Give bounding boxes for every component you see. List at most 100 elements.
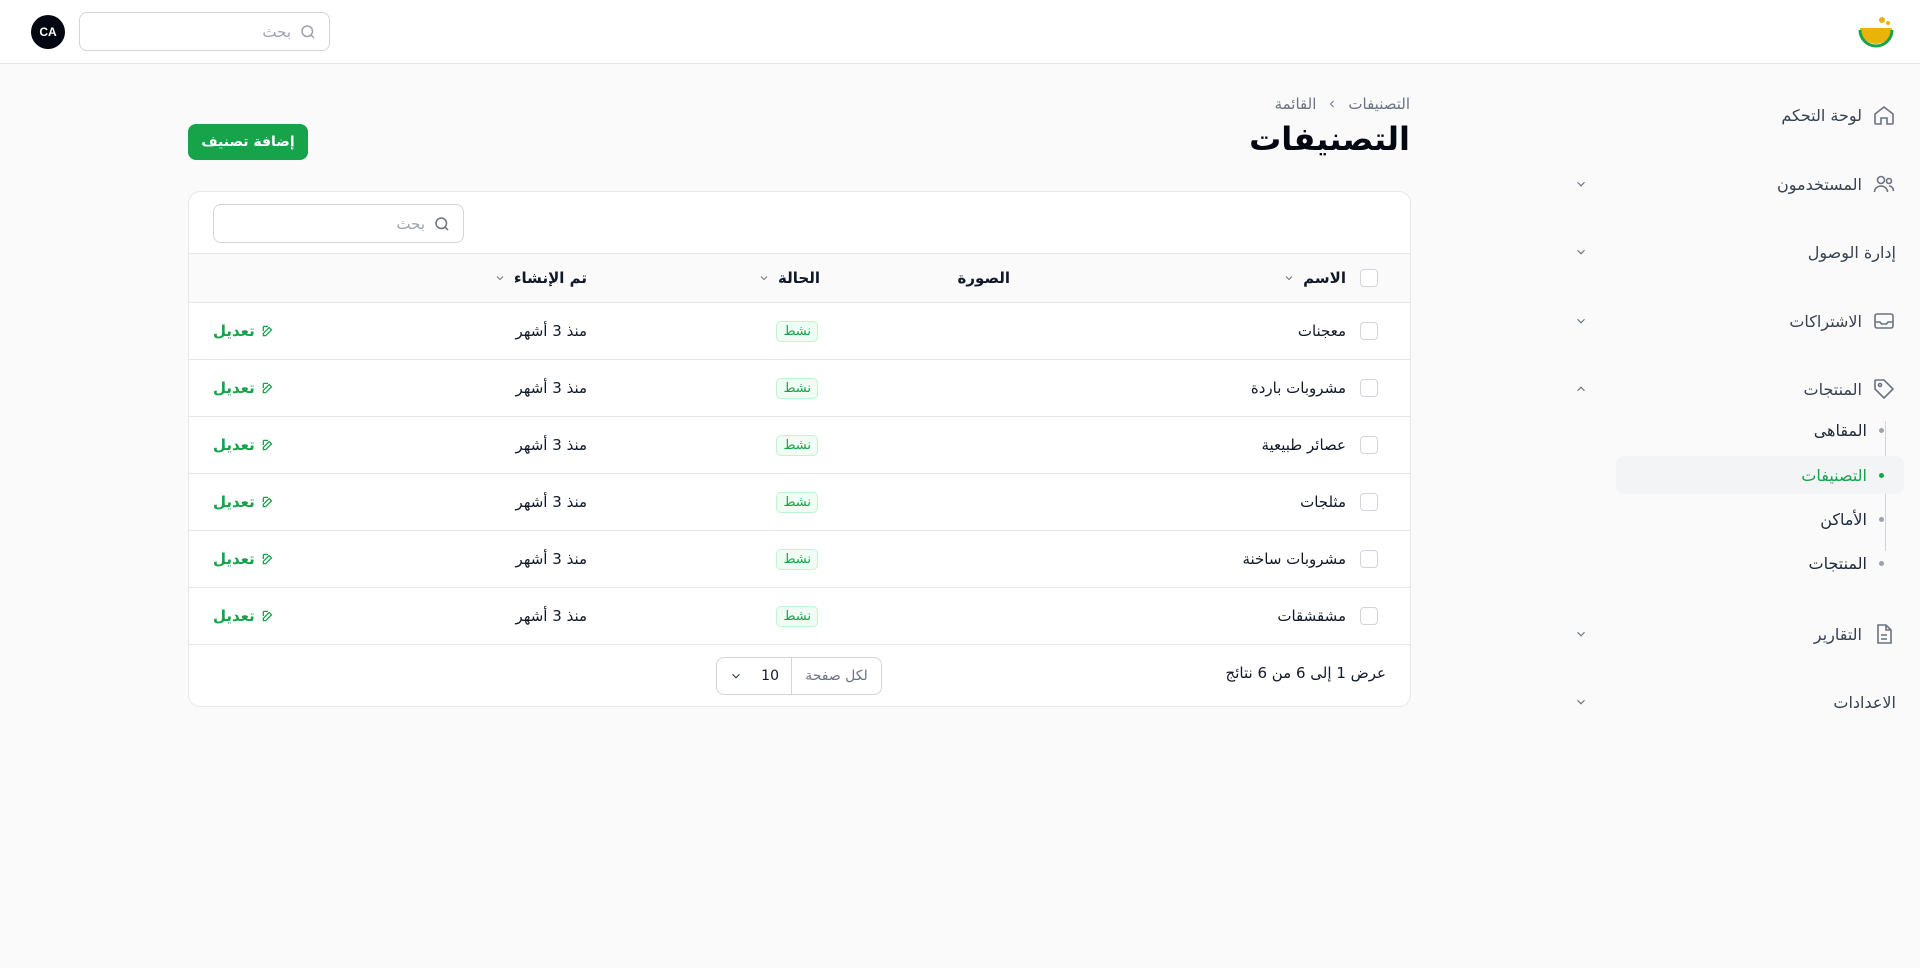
edit-icon: [262, 382, 273, 394]
global-search-input[interactable]: بحث: [79, 12, 330, 51]
sidebar-item-dashboard[interactable]: لوحة التحكم: [1564, 95, 1896, 135]
document-icon: [1877, 624, 1892, 644]
add-category-button[interactable]: إضافة تصنيف: [188, 124, 308, 160]
row-checkbox[interactable]: [1360, 322, 1378, 340]
sidebar-item-reports[interactable]: التقارير: [1564, 614, 1896, 654]
cell-status: نشط: [776, 360, 818, 416]
tag-icon: [1874, 379, 1895, 400]
cell-status: نشط: [776, 417, 818, 473]
breadcrumb: التصنيفات القائمة: [1275, 95, 1410, 113]
edit-icon: [262, 610, 273, 622]
sidebar-item-label: الاشتراكات: [1789, 311, 1862, 331]
edit-icon: [262, 439, 273, 451]
search-placeholder: بحث: [396, 214, 425, 233]
row-checkbox[interactable]: [1360, 436, 1378, 454]
chevron-down-icon: [1577, 631, 1585, 637]
cell-status: نشط: [776, 588, 818, 644]
sidebar-item-subscriptions[interactable]: الاشتراكات: [1564, 301, 1896, 341]
edit-label: تعديل: [213, 322, 255, 340]
table-row: معجنات نشط منذ 3 أشهر تعديل: [189, 303, 1410, 360]
cell-name: مثلجات: [1300, 493, 1346, 511]
chevron-left-icon: [1330, 100, 1335, 108]
status-badge: نشط: [776, 320, 818, 342]
sidebar-item-access[interactable]: إدارة الوصول: [1564, 232, 1896, 272]
sidebar-subitem-label: الأماكن: [1820, 509, 1867, 529]
sidebar: لوحة التحكم المستخدمون إدارة الوصول الاش…: [1540, 64, 1920, 968]
search-placeholder: بحث: [262, 22, 291, 41]
sidebar-subitem-products[interactable]: المنتجات: [1616, 544, 1904, 582]
user-avatar[interactable]: CA: [31, 15, 65, 49]
column-header-created[interactable]: تم الإنشاء: [494, 254, 587, 302]
column-header-image: الصورة: [958, 254, 1010, 302]
search-icon: [435, 216, 449, 231]
edit-link[interactable]: تعديل: [213, 550, 275, 568]
sidebar-subitem-cafes[interactable]: المقاهى: [1616, 411, 1904, 449]
cell-name: معجنات: [1297, 322, 1346, 340]
per-page-dropdown[interactable]: 10: [717, 658, 791, 694]
chevron-down-icon: [496, 276, 504, 281]
cell-name: مشروبات ساخنة: [1242, 550, 1346, 568]
table-row: مشقشقات نشط منذ 3 أشهر تعديل: [189, 588, 1410, 645]
cell-name: عصائر طبيعية: [1261, 436, 1346, 454]
cell-name: مشقشقات: [1277, 607, 1346, 625]
edit-link[interactable]: تعديل: [213, 436, 275, 454]
bullet-dot: [1879, 560, 1884, 566]
cell-status: نشط: [776, 303, 818, 359]
edit-link[interactable]: تعديل: [213, 379, 275, 397]
table-row: مثلجات نشط منذ 3 أشهر تعديل: [189, 474, 1410, 531]
sidebar-subitem-categories[interactable]: التصنيفات: [1616, 456, 1904, 494]
top-bar: بحث CA: [0, 0, 1920, 64]
column-header-label: الاسم: [1303, 269, 1346, 287]
sidebar-item-label: المستخدمون: [1777, 174, 1862, 194]
sidebar-item-settings[interactable]: الاعدادات: [1564, 682, 1896, 722]
table-header-row: الاسم الصورة الحالة تم الإنشاء: [189, 254, 1410, 303]
breadcrumb-list: القائمة: [1274, 95, 1317, 113]
table-search-input[interactable]: بحث: [213, 204, 464, 243]
column-header-label: الصورة: [957, 269, 1010, 287]
column-header-name[interactable]: الاسم: [1283, 254, 1346, 302]
cell-action: تعديل: [213, 588, 275, 644]
row-checkbox[interactable]: [1360, 607, 1378, 625]
breadcrumb-categories[interactable]: التصنيفات: [1348, 95, 1410, 113]
per-page-select[interactable]: لكل صفحة 10: [716, 657, 882, 695]
sidebar-item-label: لوحة التحكم: [1781, 105, 1862, 125]
table-row: مشروبات ساخنة نشط منذ 3 أشهر تعديل: [189, 531, 1410, 588]
sidebar-item-label: الاعدادات: [1833, 692, 1896, 712]
edit-link[interactable]: تعديل: [213, 493, 275, 511]
table-row: عصائر طبيعية نشط منذ 3 أشهر تعديل: [189, 417, 1410, 474]
cell-created: منذ 3 أشهر: [515, 436, 587, 454]
sidebar-item-label: التقارير: [1813, 624, 1862, 644]
table-footer: عرض 1 إلى 6 من 6 نتائج لكل صفحة 10: [189, 644, 1410, 706]
status-badge: نشط: [776, 434, 818, 456]
chevron-down-icon: [1285, 276, 1293, 281]
column-header-status[interactable]: الحالة: [758, 254, 820, 302]
edit-icon: [262, 325, 273, 337]
cell-created: منذ 3 أشهر: [515, 379, 587, 397]
cell-status: نشط: [776, 531, 818, 587]
select-all-checkbox[interactable]: [1360, 269, 1378, 287]
sidebar-subitem-label: المقاهى: [1813, 420, 1867, 440]
edit-link[interactable]: تعديل: [213, 607, 275, 625]
status-badge: نشط: [776, 548, 818, 570]
search-icon: [301, 24, 315, 39]
sidebar-subitem-label: المنتجات: [1808, 553, 1868, 573]
sidebar-item-products[interactable]: المنتجات: [1564, 369, 1896, 409]
edit-label: تعديل: [213, 607, 255, 625]
cell-action: تعديل: [213, 360, 275, 416]
cell-action: تعديل: [213, 303, 275, 359]
row-checkbox[interactable]: [1360, 493, 1378, 511]
column-header-label: الحالة: [778, 269, 820, 287]
edit-link[interactable]: تعديل: [213, 322, 275, 340]
page-title: التصنيفات: [1249, 120, 1410, 158]
logo-icon[interactable]: [1856, 14, 1896, 52]
table-toolbar: بحث: [189, 192, 1410, 254]
sidebar-subitem-places[interactable]: الأماكن: [1616, 500, 1904, 538]
chevron-down-icon: [1577, 181, 1585, 187]
per-page-value: 10: [761, 668, 779, 684]
chevron-down-icon: [1577, 318, 1585, 324]
sidebar-item-users[interactable]: المستخدمون: [1564, 164, 1896, 204]
chevron-down-icon: [732, 673, 740, 679]
row-checkbox[interactable]: [1360, 379, 1378, 397]
row-checkbox[interactable]: [1360, 550, 1378, 568]
edit-icon: [262, 553, 273, 565]
